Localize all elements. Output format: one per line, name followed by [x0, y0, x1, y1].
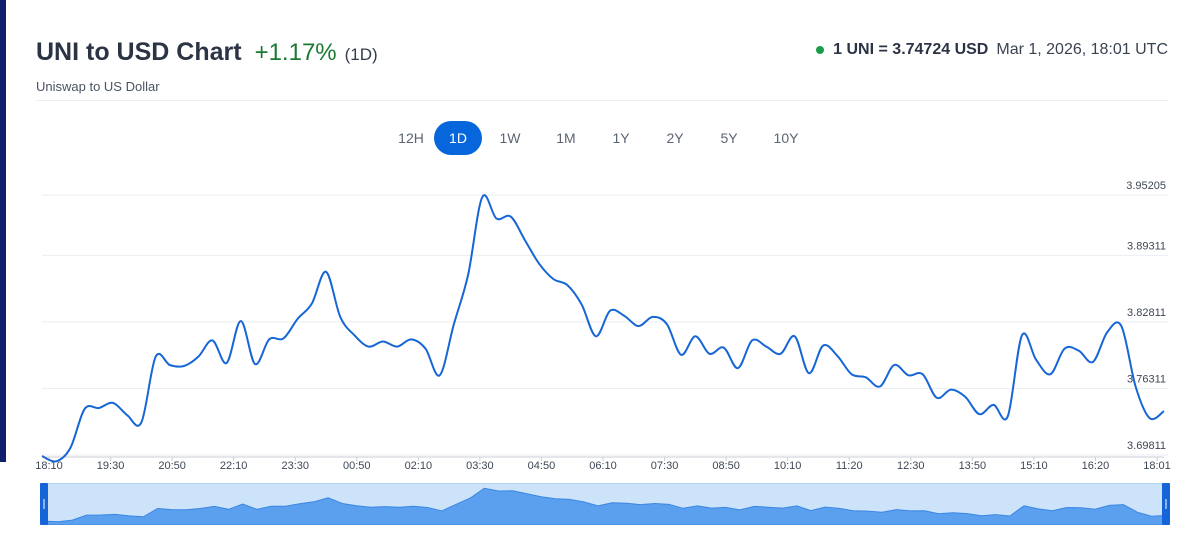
x-tick-label: 10:10 [774, 460, 802, 472]
y-tick-label: 3.95205 [1126, 180, 1166, 192]
live-dot-icon [816, 46, 825, 54]
tab-10y[interactable]: 10Y [756, 121, 816, 155]
tab-1w[interactable]: 1W [482, 121, 538, 155]
x-tick-label: 13:50 [959, 460, 987, 472]
y-tick-label: 3.89311 [1127, 240, 1166, 252]
tab-5y[interactable]: 5Y [702, 121, 756, 155]
price-line [41, 194, 1165, 463]
x-tick-label: 00:50 [343, 460, 371, 472]
x-tick-label: 04:50 [528, 460, 556, 472]
tab-1y[interactable]: 1Y [594, 121, 648, 155]
change-period: (1D) [344, 45, 378, 64]
rate-value: 1 UNI = 3.74724 USD [833, 41, 989, 58]
x-tick-label: 02:10 [405, 460, 433, 472]
x-tick-label: 08:50 [712, 460, 740, 472]
range-navigator[interactable] [40, 483, 1170, 525]
x-tick-label: 18:01 [1143, 460, 1171, 472]
rate-timestamp: Mar 1, 2026, 18:01 UTC [996, 41, 1168, 58]
tab-2y[interactable]: 2Y [648, 121, 702, 155]
x-tick-label: 03:30 [466, 460, 494, 472]
title-row: UNI to USD Chart +1.17% (1D) [36, 38, 378, 67]
x-tick-label: 16:20 [1082, 460, 1110, 472]
x-tick-label: 11:20 [836, 460, 863, 472]
change-percent: +1.17% [254, 39, 337, 66]
x-tick-label: 07:30 [651, 460, 679, 472]
x-tick-label: 12:30 [897, 460, 925, 472]
tab-12h[interactable]: 12H [388, 121, 434, 155]
x-tick-label: 18:10 [35, 460, 63, 472]
y-tick-label: 3.69811 [1127, 440, 1166, 452]
tab-1m[interactable]: 1M [538, 121, 594, 155]
x-tick-label: 19:30 [97, 460, 125, 472]
price-chart: 3.698113.763113.828113.893113.9520518:10… [35, 180, 1171, 472]
x-tick-label: 15:10 [1020, 460, 1048, 472]
pair-subtitle: Uniswap to US Dollar [36, 79, 160, 94]
x-tick-label: 20:50 [158, 460, 186, 472]
range-tabs: 12H 1D 1W 1M 1Y 2Y 5Y 10Y [388, 121, 816, 155]
x-tick-label: 06:10 [589, 460, 617, 472]
chart-header: UNI to USD Chart +1.17% (1D) Uniswap to … [36, 38, 1168, 101]
x-tick-label: 23:30 [281, 460, 309, 472]
tab-1d[interactable]: 1D [434, 121, 482, 155]
rate-block: 1 UNI = 3.74724 USD Mar 1, 2026, 18:01 U… [816, 41, 1168, 59]
navigator-right-handle[interactable] [1162, 483, 1170, 525]
x-tick-label: 22:10 [220, 460, 248, 472]
y-tick-label: 3.82811 [1127, 307, 1166, 319]
page-title: UNI to USD Chart [36, 38, 242, 66]
navigator-left-handle[interactable] [40, 483, 48, 525]
